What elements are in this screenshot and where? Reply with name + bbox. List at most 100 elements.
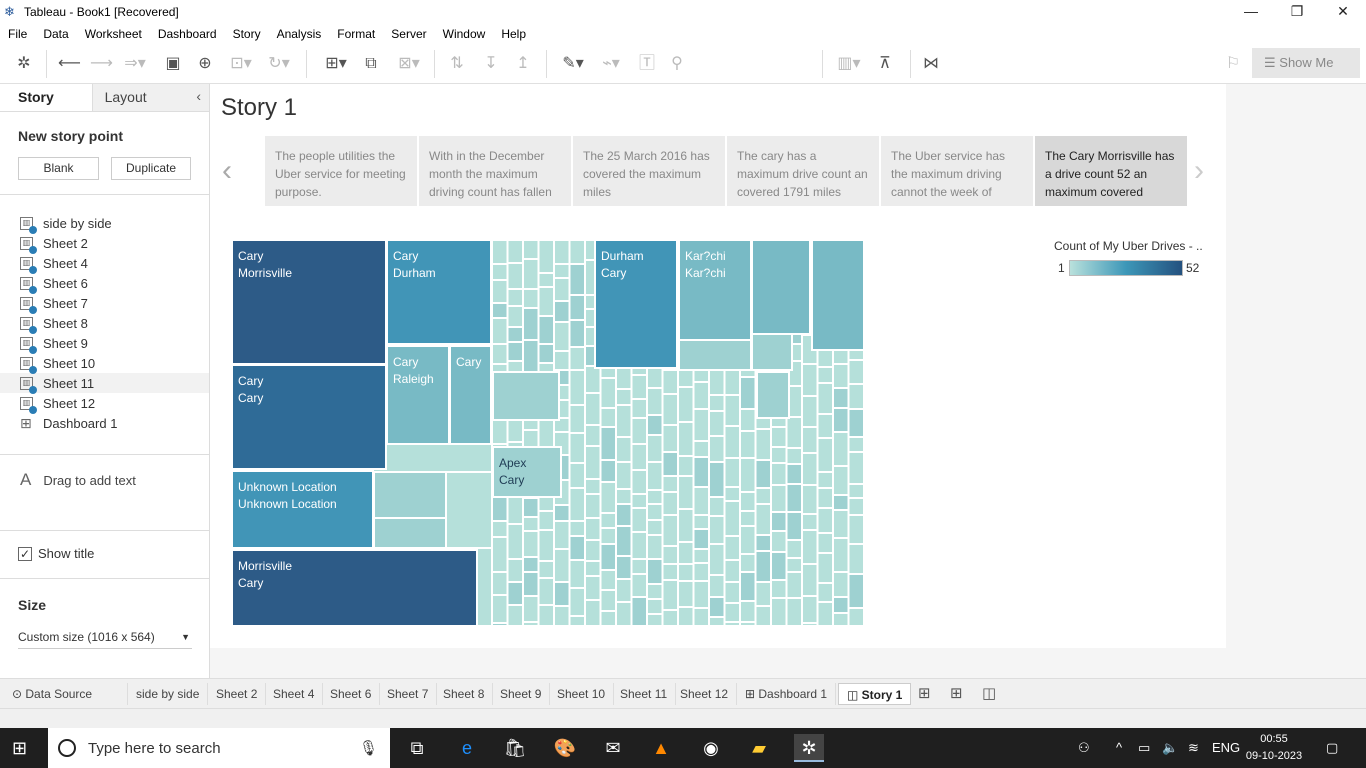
treemap-cell[interactable]	[553, 239, 571, 265]
presentation-mode-icon[interactable]: ⊼	[874, 53, 896, 75]
treemap-cell[interactable]	[723, 486, 741, 502]
treemap-cell[interactable]	[646, 583, 664, 600]
treemap-cell[interactable]	[754, 605, 772, 627]
treemap-cell[interactable]	[630, 469, 648, 495]
treemap-cell[interactable]	[615, 601, 633, 627]
paint-icon[interactable]: 🎨	[550, 734, 580, 762]
treemap-cell[interactable]	[522, 258, 540, 290]
treemap-cell[interactable]	[801, 426, 819, 454]
refresh-icon[interactable]: ↻▾	[264, 53, 294, 75]
treemap-cell[interactable]	[677, 386, 695, 423]
treemap-cell[interactable]	[506, 341, 524, 362]
menu-story[interactable]: Story	[233, 27, 261, 41]
treemap-cell[interactable]	[506, 262, 524, 290]
treemap-cell[interactable]	[723, 602, 741, 623]
treemap-cell[interactable]	[677, 455, 695, 477]
treemap-cell[interactable]	[630, 573, 648, 598]
treemap-cell[interactable]	[491, 594, 509, 624]
treemap-cell[interactable]	[537, 577, 555, 606]
treemap-cell[interactable]	[599, 569, 617, 591]
treemap-cell[interactable]	[754, 428, 772, 461]
treemap-cell[interactable]	[646, 387, 664, 416]
treemap-cell[interactable]	[491, 536, 509, 573]
treemap-cell[interactable]	[708, 543, 726, 576]
sort-ascending-icon[interactable]: ↧	[480, 53, 502, 75]
treemap-cell[interactable]	[506, 239, 524, 264]
treemap-cell[interactable]	[847, 514, 865, 545]
treemap-cell[interactable]	[801, 595, 819, 624]
treemap-cell[interactable]	[708, 515, 726, 545]
menu-dashboard[interactable]: Dashboard	[158, 27, 217, 41]
treemap-cell[interactable]	[599, 426, 617, 461]
treemap-cell[interactable]	[754, 581, 772, 607]
input-language[interactable]: ENG	[1212, 740, 1240, 755]
sheet-item[interactable]: ▥ side by side	[0, 213, 209, 234]
treemap-cell[interactable]	[537, 495, 555, 512]
new-story-tab-icon[interactable]: ◫	[982, 684, 996, 702]
treemap-cell[interactable]	[847, 543, 865, 575]
treemap-cell[interactable]	[630, 507, 648, 533]
store-icon[interactable]: 🛍	[500, 734, 530, 762]
treemap-cell[interactable]	[568, 319, 586, 348]
treemap-cell[interactable]	[801, 484, 819, 515]
tab-story[interactable]: Story	[0, 84, 92, 111]
treemap-cell[interactable]	[537, 272, 555, 288]
treemap-cell[interactable]	[785, 597, 803, 627]
treemap-cell[interactable]	[816, 437, 834, 473]
treemap-cell[interactable]	[754, 550, 772, 583]
treemap-cell[interactable]	[661, 369, 679, 395]
treemap-cell[interactable]	[751, 239, 811, 335]
treemap-cell[interactable]	[847, 359, 865, 385]
treemap-cell[interactable]	[816, 487, 834, 509]
task-view-icon[interactable]: ⧉	[402, 734, 432, 762]
treemap-cell[interactable]	[816, 382, 834, 415]
tab-sheet[interactable]: Sheet 2	[208, 683, 267, 705]
treemap-cell[interactable]	[537, 560, 555, 579]
menu-worksheet[interactable]: Worksheet	[85, 27, 142, 41]
treemap-cell[interactable]	[832, 537, 850, 573]
pause-updates-icon[interactable]: ⊡▾	[226, 53, 256, 75]
treemap-cell[interactable]	[847, 436, 865, 453]
treemap-cell[interactable]	[770, 530, 788, 553]
treemap-cell[interactable]	[568, 615, 586, 627]
treemap-cell[interactable]	[816, 582, 834, 603]
treemap-cell[interactable]	[537, 239, 555, 274]
volume-icon[interactable]: 🔈	[1162, 740, 1178, 756]
treemap-cell[interactable]	[708, 461, 726, 498]
new-worksheet-tab-icon[interactable]: ⊞	[918, 684, 931, 702]
duplicate-button[interactable]: Duplicate	[111, 157, 191, 180]
treemap-cell[interactable]	[692, 408, 710, 442]
treemap-cell[interactable]	[615, 404, 633, 438]
blank-button[interactable]: Blank	[18, 157, 99, 180]
treemap-cell[interactable]	[630, 493, 648, 509]
treemap-cell[interactable]	[646, 558, 664, 585]
treemap-cell[interactable]	[506, 581, 524, 606]
replay-icon[interactable]: ⇒▾	[120, 53, 150, 75]
treemap-cell[interactable]	[491, 343, 509, 365]
treemap-cell[interactable]	[785, 416, 803, 449]
treemap-cell[interactable]	[537, 510, 555, 531]
treemap-cell[interactable]	[754, 503, 772, 536]
save-icon[interactable]: ▣	[162, 53, 184, 75]
treemap-cell[interactable]	[522, 621, 540, 627]
treemap-cell[interactable]	[506, 523, 524, 560]
tab-sheet[interactable]: Sheet 6	[322, 683, 381, 705]
treemap-cell[interactable]	[739, 510, 757, 527]
treemap-cell[interactable]	[832, 612, 850, 627]
vlc-icon[interactable]: ▲	[646, 734, 676, 762]
treemap-cell[interactable]	[568, 559, 586, 589]
tab-sheet[interactable]: Sheet 10	[549, 683, 615, 705]
tab-sheet[interactable]: side by side	[128, 683, 209, 705]
wifi-icon[interactable]: ≋	[1188, 740, 1199, 756]
sheet-item[interactable]: ▥ Sheet 6	[0, 273, 209, 294]
treemap-cell[interactable]	[506, 305, 524, 328]
treemap-cell[interactable]	[630, 417, 648, 445]
sheet-item[interactable]: ▥ Sheet 4	[0, 253, 209, 274]
tab-sheet[interactable]: Sheet 7	[379, 683, 438, 705]
menu-data[interactable]: Data	[43, 27, 68, 41]
treemap-cell[interactable]	[847, 451, 865, 485]
paint-format-icon[interactable]: ⚐	[1222, 53, 1244, 75]
treemap-cell[interactable]	[568, 487, 586, 522]
menu-format[interactable]: Format	[337, 27, 375, 41]
treemap-cell[interactable]	[832, 387, 850, 409]
